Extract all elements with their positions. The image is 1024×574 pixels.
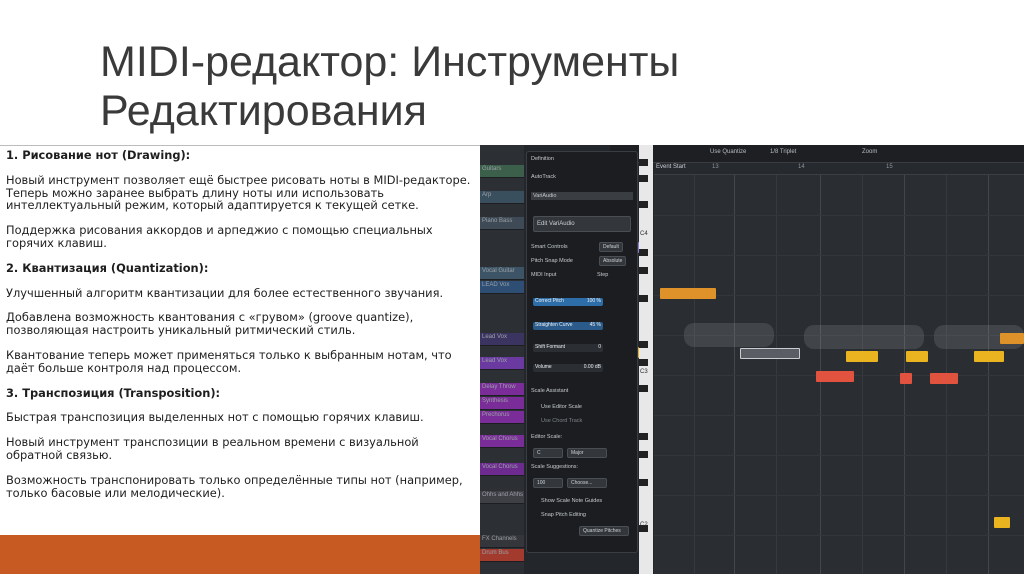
midi-note[interactable] [1000, 333, 1024, 344]
pitch-snap-select[interactable]: Absolute [599, 256, 627, 266]
choose-select[interactable]: Choose... [567, 478, 607, 488]
quantize-pitches-button[interactable]: Quantize Pitches [579, 526, 629, 536]
key-label: C3 [640, 369, 648, 375]
midi-note-selected[interactable] [740, 348, 800, 359]
piano-roll-grid[interactable] [638, 175, 1024, 574]
field-label: Scale Suggestions: [531, 464, 579, 470]
correct-pitch-slider[interactable]: Correct Pitch 100 % [533, 298, 603, 306]
slide-title: MIDI-редактор: Инструменты Редактировани… [100, 38, 980, 136]
track: FX Channels [480, 535, 524, 548]
piano-keyboard[interactable] [639, 145, 653, 574]
paragraph: Поддержка рисования аккордов и арпеджио … [6, 223, 433, 250]
divider [0, 145, 480, 146]
section-heading-drawing: 1. Рисование нот (Drawing): [6, 148, 191, 162]
scale-type-select[interactable]: Major [567, 448, 607, 458]
track: Synthesis [480, 397, 524, 410]
midi-note[interactable] [900, 373, 912, 384]
scale-root-select[interactable]: C [533, 448, 563, 458]
midi-note[interactable] [660, 288, 716, 299]
audio-waveform [684, 323, 774, 347]
editor-toolbar: Use Quantize 1/8 Triplet Zoom [610, 145, 1024, 163]
midi-note[interactable] [846, 351, 878, 362]
midi-note[interactable] [906, 351, 928, 362]
volume-slider[interactable]: Volume 0.00 dB [533, 364, 603, 372]
paragraph: Добавлена возможность квантования с «гру… [6, 310, 414, 338]
field-label: Editor Scale: [531, 434, 563, 440]
ruler-label: 15 [886, 164, 893, 170]
track: Vocal Guitar [480, 267, 524, 280]
radio-use-editor-scale[interactable]: Use Editor Scale [541, 404, 633, 410]
track: Arp [480, 191, 524, 204]
bottom-accent-bar [0, 535, 480, 574]
midi-note[interactable] [974, 351, 1004, 362]
track: Prechorus [480, 411, 524, 424]
straighten-curve-slider[interactable]: Straighten Curve 45 % [533, 322, 603, 330]
track: Delay Throw [480, 383, 524, 396]
checkbox-show-guides[interactable]: Show Scale Note Guides [541, 498, 633, 504]
paragraph: Новый инструмент транспозиции в реальном… [6, 435, 419, 462]
inspector-panel: Definition AutoTrack VariAudio Edit Vari… [526, 151, 638, 553]
track: Piano Bass [480, 217, 524, 230]
midi-editor-screenshot: Guitars Arp Piano Bass Vocal Guitar LEAD… [480, 145, 1024, 574]
midi-note[interactable] [994, 517, 1010, 528]
smart-controls-select[interactable]: Default [599, 242, 623, 252]
paragraph: Улучшенный алгоритм квантизации для боле… [6, 285, 444, 300]
shift-formant-slider[interactable]: Shift Formant 0 [533, 344, 603, 352]
length-select[interactable]: 1/8 Triplet [770, 149, 796, 155]
section-heading-transposition: 3. Транспозиция (Transposition): [6, 385, 221, 400]
field-label[interactable]: Step [597, 272, 633, 278]
track: LEAD Vox [480, 281, 524, 294]
slide-title-line-2: Редактирования [100, 87, 427, 135]
inspector-section[interactable]: Definition [531, 156, 633, 162]
track: Lead Vox [480, 357, 524, 370]
ruler-label: Event Start [656, 164, 686, 170]
inspector-section[interactable]: AutoTrack [531, 174, 633, 180]
zoom-label: Zoom [862, 149, 878, 155]
radio-use-chord-track[interactable]: Use Chord Track [541, 418, 633, 424]
suggestion-count[interactable]: 100 [533, 478, 563, 488]
track: Ohhs and Ahhs [480, 491, 524, 504]
edit-varaudio-button[interactable]: Edit VariAudio [533, 216, 631, 232]
ruler-label: 13 [712, 164, 719, 170]
paragraph: Квантование теперь может применяться тол… [6, 347, 452, 375]
slide-title-line-1: MIDI-редактор: Инструменты [100, 38, 680, 86]
checkbox-snap-pitch[interactable]: Snap Pitch Editing [541, 512, 633, 518]
section-heading-quantization: 2. Квантизация (Quantization): [6, 260, 209, 275]
inspector-section[interactable]: VariAudio [531, 192, 633, 200]
track: Guitars [480, 165, 524, 178]
track: Drum Bus [480, 549, 524, 562]
paragraph: Возможность транспонировать только опред… [6, 472, 463, 500]
quantize-select[interactable]: Use Quantize [710, 149, 746, 155]
section-header[interactable]: Scale Assistant [531, 388, 633, 394]
key-label: C2 [640, 522, 648, 528]
midi-note[interactable] [930, 373, 958, 384]
audio-waveform [804, 325, 924, 349]
track-list: Guitars Arp Piano Bass Vocal Guitar LEAD… [480, 145, 524, 574]
timeline-ruler: Event Start 13 14 15 [654, 163, 1024, 175]
track: Vocal Chorus [480, 463, 524, 476]
midi-note[interactable] [816, 371, 854, 382]
paragraph: Новый инструмент позволяет ещё быстрее р… [6, 172, 471, 213]
key-label: C4 [640, 231, 648, 237]
track: Vocal Chorus [480, 435, 524, 448]
slide-body: 1. Рисование нот (Drawing): Новый инстру… [6, 149, 476, 511]
track: Lead Vox [480, 333, 524, 346]
paragraph: Быстрая транспозиция выделенных нот с по… [6, 410, 424, 425]
ruler-label: 14 [798, 164, 805, 170]
